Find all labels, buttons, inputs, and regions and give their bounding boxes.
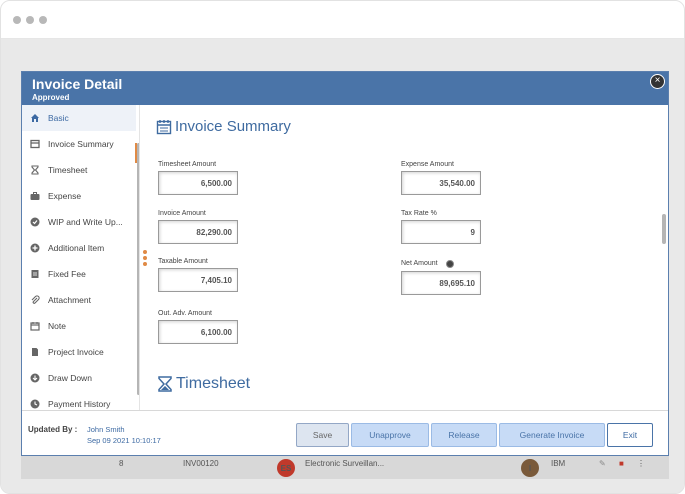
out-adv-amount-field[interactable]: 6,100.00 (158, 320, 238, 344)
manager-avatar: I (521, 459, 539, 477)
window-chrome (1, 1, 684, 39)
main-content: Invoice Summary Timesheet Amount 6,500.0… (140, 105, 668, 410)
tax-rate-label: Tax Rate % (401, 210, 437, 217)
info-icon[interactable] (446, 260, 454, 268)
sidebar-item-label: Basic (48, 113, 69, 123)
hourglass-icon (158, 376, 172, 392)
calendar-icon (22, 321, 48, 331)
browser-window: 8 INV00120 ES Electronic Surveillan... I… (0, 0, 685, 494)
updated-date: Sep 09 2021 10:10:17 (87, 436, 161, 445)
sidebar-item-label: Timesheet (48, 165, 88, 175)
invoice-amount-label: Invoice Amount (158, 210, 206, 217)
sidebar: Basic Invoice Summary Timesheet Expense (22, 105, 140, 410)
sidebar-item-expense[interactable]: Expense (22, 183, 136, 209)
exit-button[interactable]: Exit (607, 423, 653, 447)
unapprove-button[interactable]: Unapprove (351, 423, 429, 447)
sidebar-item-additional-item[interactable]: Additional Item (22, 235, 136, 261)
timesheet-heading: Timesheet (158, 375, 250, 393)
sidebar-item-timesheet[interactable]: Timesheet (22, 157, 136, 183)
timesheet-amount-field[interactable]: 6,500.00 (158, 171, 238, 195)
generate-invoice-button[interactable]: Generate Invoice (499, 423, 605, 447)
updated-by-label: Updated By : (28, 425, 78, 434)
sidebar-item-label: Project Invoice (48, 347, 104, 357)
briefcase-icon (22, 191, 48, 201)
sidebar-item-label: Invoice Summary (48, 139, 114, 149)
net-amount-field[interactable]: 89,695.10 (401, 271, 481, 295)
document-icon (22, 269, 48, 279)
sidebar-item-project-invoice[interactable]: Project Invoice (22, 339, 136, 365)
expense-amount-label: Expense Amount (401, 161, 454, 168)
window-dot-icon (39, 16, 47, 24)
more-icon[interactable]: ⋮ (637, 459, 645, 468)
sidebar-item-label: Attachment (48, 295, 91, 305)
tax-rate-field[interactable]: 9 (401, 220, 481, 244)
sidebar-item-basic[interactable]: Basic (22, 105, 136, 131)
sidebar-item-payment-history[interactable]: Payment History (22, 391, 136, 410)
content-scrollbar[interactable] (662, 214, 666, 244)
save-button[interactable]: Save (296, 423, 349, 447)
invoice-detail-modal: Invoice Detail Approved × Basic Invoice … (21, 71, 669, 456)
status-label: Approved (32, 93, 70, 102)
download-circle-icon (22, 373, 48, 383)
taxable-amount-field[interactable]: 7,405.10 (158, 268, 238, 292)
invoice-summary-heading: Invoice Summary (156, 118, 291, 135)
sidebar-item-label: Additional Item (48, 243, 105, 253)
window-dot-icon (26, 16, 34, 24)
out-adv-amount-label: Out. Adv. Amount (158, 310, 212, 317)
edit-icon[interactable]: ✎ (599, 459, 606, 468)
history-icon (22, 399, 48, 409)
expense-amount-field[interactable]: 35,540.00 (401, 171, 481, 195)
row-client-name: Electronic Surveillan... (305, 459, 385, 468)
client-avatar: ES (277, 459, 295, 477)
row-invoice-id: INV00120 (183, 459, 219, 468)
section-title-text: Invoice Summary (175, 118, 291, 135)
modal-title: Invoice Detail (32, 76, 123, 92)
sidebar-item-invoice-summary[interactable]: Invoice Summary (22, 131, 136, 157)
window-dot-icon (13, 16, 21, 24)
row-company: IBM (551, 459, 566, 468)
invoice-icon (22, 139, 48, 149)
release-button[interactable]: Release (431, 423, 497, 447)
paperclip-icon (22, 295, 48, 305)
sidebar-item-label: Payment History (48, 399, 111, 409)
close-icon[interactable]: × (650, 74, 665, 89)
sidebar-item-label: WIP and Write Up... (48, 217, 123, 227)
check-circle-icon (22, 217, 48, 227)
section-title-text: Timesheet (176, 375, 251, 392)
sidebar-item-note[interactable]: Note (22, 313, 136, 339)
sidebar-item-label: Note (48, 321, 66, 331)
modal-header: Invoice Detail Approved × (22, 72, 668, 105)
taxable-amount-label: Taxable Amount (158, 258, 208, 265)
sidebar-item-fixed-fee[interactable]: Fixed Fee (22, 261, 136, 287)
sidebar-item-draw-down[interactable]: Draw Down (22, 365, 136, 391)
sidebar-item-wip[interactable]: WIP and Write Up... (22, 209, 136, 235)
hourglass-icon (22, 165, 48, 175)
updated-by-name: John Smith (87, 425, 125, 434)
sidebar-item-label: Fixed Fee (48, 269, 86, 279)
sidebar-item-attachment[interactable]: Attachment (22, 287, 136, 313)
invoice-amount-field[interactable]: 82,290.00 (158, 220, 238, 244)
sidebar-item-label: Expense (48, 191, 82, 201)
sidebar-item-label: Draw Down (48, 373, 92, 383)
plus-circle-icon (22, 243, 48, 253)
timesheet-amount-label: Timesheet Amount (158, 161, 217, 168)
invoice-summary-icon (156, 119, 172, 134)
modal-footer: Updated By : John Smith Sep 09 2021 10:1… (22, 410, 668, 455)
file-icon (22, 347, 48, 357)
delete-icon[interactable]: ■ (619, 459, 624, 468)
net-amount-label: Net Amount (401, 260, 438, 267)
row-number: 8 (119, 459, 124, 468)
home-icon (22, 113, 48, 123)
